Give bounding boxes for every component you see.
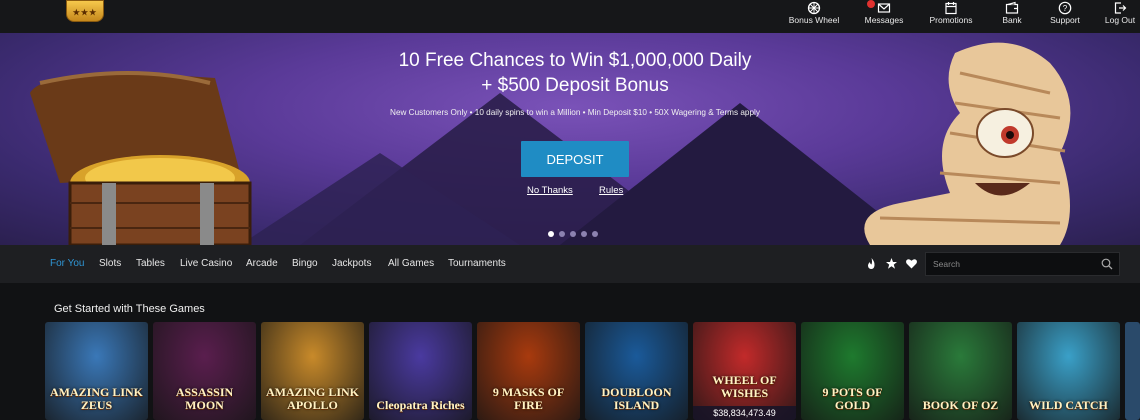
- carousel-dots: [548, 224, 603, 242]
- carousel-dot[interactable]: [570, 231, 576, 237]
- section-title: Get Started with These Games: [54, 303, 205, 315]
- game-name: WHEEL OF WISHES: [712, 373, 777, 400]
- deposit-button[interactable]: DEPOSIT: [521, 141, 629, 177]
- carousel-dot[interactable]: [548, 231, 554, 237]
- nav-messages[interactable]: Messages: [862, 0, 906, 33]
- game-name: 9 MASKS OF FIRE: [492, 385, 565, 412]
- game-name: AMAZING LINK APOLLO: [265, 385, 359, 412]
- game-tile[interactable]: Cleopatra Riches: [369, 322, 472, 420]
- tab-for-you[interactable]: For You: [50, 258, 84, 269]
- tab-bingo[interactable]: Bingo: [292, 258, 318, 269]
- nav-log-out[interactable]: Log Out: [1103, 0, 1137, 33]
- nav-label: Messages: [864, 15, 904, 25]
- tab-tournaments[interactable]: Tournaments: [448, 258, 506, 269]
- nav-bonus-wheel[interactable]: Bonus Wheel: [788, 0, 840, 33]
- calendar-icon: [945, 2, 957, 15]
- nav-promotions[interactable]: Promotions: [926, 0, 976, 33]
- search-input[interactable]: [926, 253, 1096, 275]
- game-name: DOUBLOON ISLAND: [601, 385, 672, 412]
- tab-tables[interactable]: Tables: [136, 258, 165, 269]
- nav-label: Promotions: [929, 15, 973, 25]
- wheel-icon: [807, 1, 821, 15]
- search-icon[interactable]: [1101, 258, 1113, 270]
- flame-icon[interactable]: [865, 257, 878, 270]
- carousel-dot[interactable]: [592, 231, 598, 237]
- category-bar: For You Slots Tables Live Casino Arcade …: [0, 245, 1140, 283]
- game-tile[interactable]: ASSASSIN MOON: [153, 322, 256, 420]
- tab-slots[interactable]: Slots: [99, 258, 121, 269]
- wallet-icon: [1005, 1, 1019, 14]
- game-name: ASSASSIN MOON: [175, 385, 234, 412]
- search-box: [925, 252, 1120, 276]
- game-tile[interactable]: AMAZING LINK APOLLO: [261, 322, 364, 420]
- no-thanks-link[interactable]: No Thanks: [527, 185, 573, 196]
- game-tile[interactable]: DOUBLOON ISLAND: [585, 322, 688, 420]
- rules-link[interactable]: Rules: [599, 185, 623, 196]
- game-tile[interactable]: AMAZING LINK ZEUS: [45, 322, 148, 420]
- envelope-icon: [877, 3, 891, 13]
- game-tile[interactable]: 9 MASKS OF FIRE: [477, 322, 580, 420]
- nav-support[interactable]: ? Support: [1047, 0, 1083, 33]
- headline-line-1: 10 Free Chances to Win $1,000,000 Daily: [398, 50, 752, 71]
- nav-label: Support: [1050, 15, 1080, 25]
- logout-icon: [1114, 2, 1127, 14]
- carousel-dot[interactable]: [581, 231, 587, 237]
- game-tile[interactable]: WILD CATCH: [1017, 322, 1120, 420]
- carousel-dot[interactable]: [559, 231, 565, 237]
- site-logo[interactable]: ★★★: [66, 0, 104, 22]
- game-name: WILD CATCH: [1029, 398, 1108, 412]
- star-icon[interactable]: [885, 257, 898, 270]
- promo-banner: 10 Free Chances to Win $1,000,000 Daily …: [0, 33, 1140, 245]
- top-bar: ★★★ Bonus Wheel Messages Promotions Bank…: [0, 0, 1140, 33]
- jackpot-amount: $38,834,473.49: [693, 406, 796, 420]
- nav-label: Bank: [1002, 15, 1022, 25]
- nav-bank[interactable]: Bank: [999, 0, 1025, 33]
- tab-live-casino[interactable]: Live Casino: [180, 258, 232, 269]
- notification-badge: [867, 0, 875, 8]
- game-name: Cleopatra Riches: [376, 398, 465, 412]
- treasure-chest-illustration: [30, 71, 252, 245]
- promo-terms: New Customers Only • 10 daily spins to w…: [390, 108, 760, 117]
- game-tile[interactable]: 9 POTS OF GOLD: [801, 322, 904, 420]
- tab-arcade[interactable]: Arcade: [246, 258, 278, 269]
- game-name: BOOK OF OZ: [922, 398, 999, 412]
- headline-line-2: + $500 Deposit Bonus: [481, 75, 669, 96]
- game-name: AMAZING LINK ZEUS: [49, 385, 143, 412]
- nav-label: Bonus Wheel: [788, 15, 840, 25]
- tab-jackpots[interactable]: Jackpots: [332, 258, 371, 269]
- game-tile-partial[interactable]: [1125, 322, 1140, 420]
- help-icon: ?: [1058, 1, 1072, 15]
- svg-text:?: ?: [1063, 4, 1068, 13]
- game-name: 9 POTS OF GOLD: [822, 385, 883, 412]
- heart-icon[interactable]: [905, 257, 918, 270]
- game-tile[interactable]: BOOK OF OZ: [909, 322, 1012, 420]
- nav-label: Log Out: [1104, 15, 1136, 25]
- promo-headline: 10 Free Chances to Win $1,000,000 Daily …: [330, 48, 820, 98]
- game-tile[interactable]: WHEEL OF WISHES $38,834,473.49: [693, 322, 796, 420]
- mummy-illustration: [864, 42, 1071, 245]
- tab-all-games[interactable]: All Games: [388, 258, 434, 269]
